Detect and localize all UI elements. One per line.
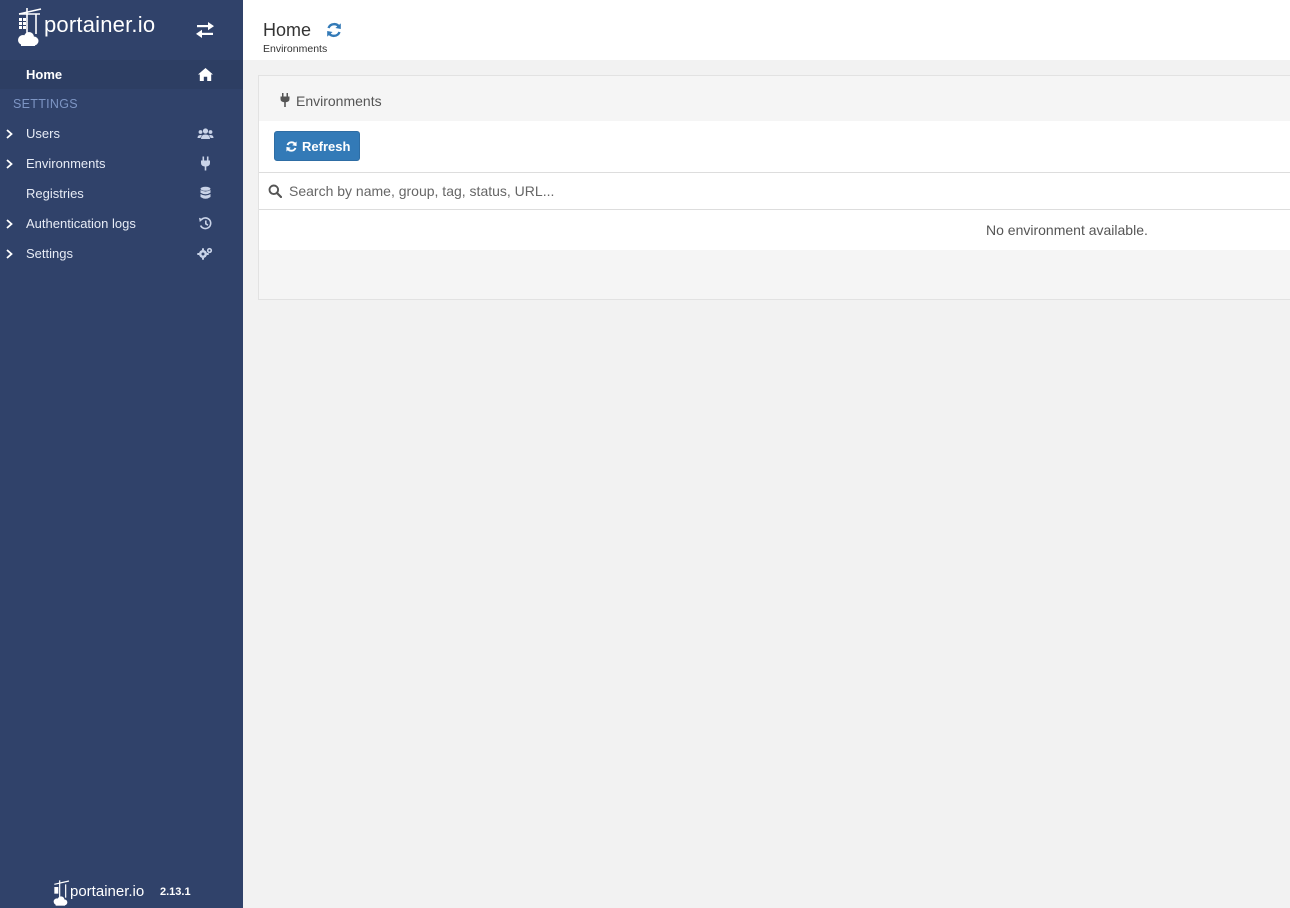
- search-icon: [268, 184, 282, 198]
- chevron-right-icon: [6, 159, 13, 169]
- search-bar: [259, 172, 1290, 210]
- refresh-button-label: Refresh: [302, 139, 351, 154]
- history-icon: [199, 217, 212, 230]
- breadcrumb: Environments: [263, 43, 328, 55]
- chevron-right-icon: [6, 219, 13, 229]
- widget-toolbar: Refresh: [259, 121, 1290, 172]
- sidebar-item-authentication-logs[interactable]: Authentication logs: [0, 209, 243, 239]
- sidebar-item-settings[interactable]: Settings: [0, 239, 243, 269]
- widget-header: Environments: [259, 76, 1290, 121]
- plug-icon: [201, 156, 210, 171]
- portainer-logo-icon: [18, 8, 42, 46]
- sidebar-item-home[interactable]: Home: [0, 60, 243, 89]
- chevron-right-icon: [6, 129, 13, 139]
- sidebar-item-label: Home: [26, 67, 63, 82]
- search-input[interactable]: [289, 179, 1269, 203]
- sidebar-item-label: Users: [26, 126, 60, 141]
- cogs-icon: [197, 247, 213, 260]
- environments-widget: Environments Refresh No environment avai…: [258, 75, 1290, 300]
- sidebar-toggle-icon[interactable]: [195, 21, 215, 39]
- refresh-button[interactable]: Refresh: [274, 131, 360, 161]
- sidebar-item-registries[interactable]: Registries: [0, 179, 243, 209]
- sidebar: portainer.io Home SETTINGS Users Environ…: [0, 0, 243, 908]
- empty-state-row: No environment available.: [259, 210, 1290, 250]
- logo-text: portainer.io: [44, 12, 156, 37]
- home-icon: [198, 68, 213, 81]
- refresh-icon[interactable]: [325, 21, 343, 39]
- page-title: Home: [263, 20, 312, 40]
- brand-header: portainer.io: [0, 0, 243, 60]
- footer-logo-text: portainer.io: [70, 883, 145, 900]
- version-label: 2.13.1: [160, 886, 191, 898]
- sidebar-item-label: Settings: [26, 246, 73, 261]
- sidebar-footer: portainer.io 2.13.1: [0, 875, 243, 908]
- sidebar-item-environments[interactable]: Environments: [0, 149, 243, 179]
- sidebar-item-label: Registries: [26, 186, 84, 201]
- database-icon: [200, 186, 211, 199]
- sidebar-item-label: Authentication logs: [26, 216, 136, 231]
- sidebar-item-users[interactable]: Users: [0, 119, 243, 149]
- widget-title: Environments: [296, 93, 382, 109]
- empty-state-message: No environment available.: [986, 222, 1148, 238]
- users-icon: [197, 128, 214, 139]
- plug-icon: [280, 93, 290, 107]
- settings-section-heading: SETTINGS: [13, 97, 78, 111]
- portainer-logo-small-icon: [53, 880, 70, 906]
- page-header: Home Environments: [243, 0, 1290, 60]
- sidebar-item-label: Environments: [26, 156, 106, 171]
- refresh-icon: [286, 141, 297, 152]
- chevron-right-icon: [6, 249, 13, 259]
